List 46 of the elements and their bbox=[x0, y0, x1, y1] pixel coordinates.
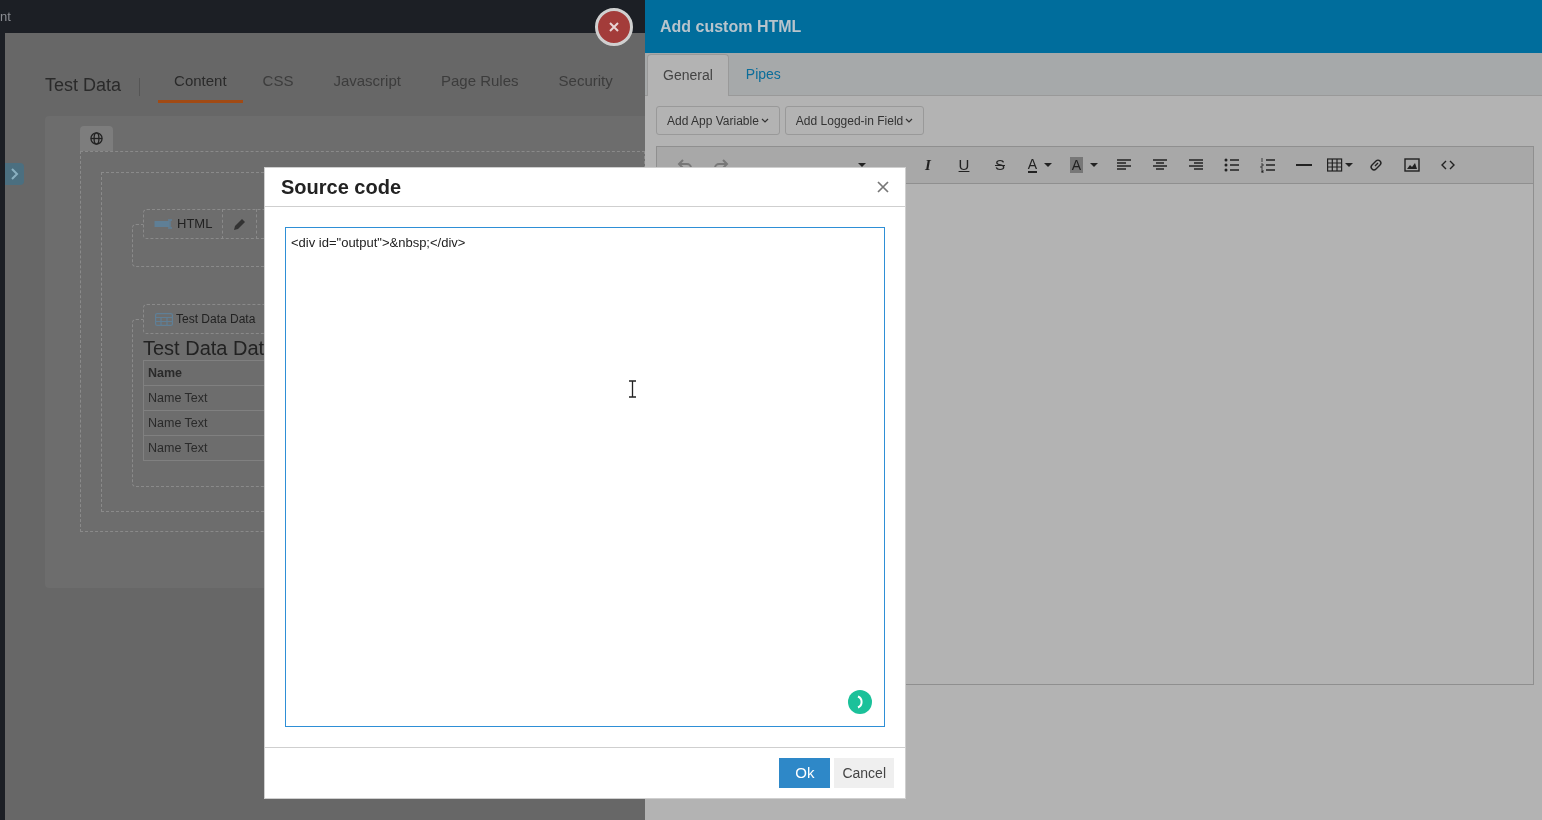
widget-label: Test Data Data bbox=[176, 311, 256, 328]
align-right-icon bbox=[1188, 157, 1204, 173]
background-color-button[interactable]: A bbox=[1062, 150, 1106, 180]
chevron-right-icon bbox=[10, 168, 19, 180]
page-title: Test Data bbox=[45, 74, 122, 97]
expand-button[interactable] bbox=[5, 163, 24, 185]
page-tab[interactable]: Content bbox=[158, 61, 243, 103]
dropdown-button[interactable]: Add App Variable bbox=[656, 106, 780, 135]
caret-icon bbox=[1090, 162, 1099, 168]
table-icon bbox=[1327, 157, 1343, 173]
app-title: nt bbox=[0, 7, 11, 26]
spinner-icon bbox=[848, 690, 872, 714]
html-widget-icon bbox=[154, 219, 174, 229]
widget-label: HTML bbox=[177, 215, 213, 234]
cancel-button[interactable]: Cancel bbox=[834, 758, 894, 788]
panel-tab[interactable]: Pipes bbox=[728, 53, 798, 95]
globe-icon bbox=[90, 132, 103, 145]
dialog-title: Source code bbox=[281, 175, 402, 200]
code-field[interactable]: <div id="output">&nbsp;</div> bbox=[285, 227, 885, 727]
close-button[interactable] bbox=[595, 8, 633, 46]
align-center-icon bbox=[1152, 157, 1168, 173]
image-icon bbox=[1404, 157, 1420, 173]
globe-tab[interactable] bbox=[80, 126, 113, 151]
text-cursor-icon bbox=[628, 380, 637, 398]
caret-icon bbox=[1345, 162, 1353, 168]
underline-button[interactable]: U bbox=[946, 150, 982, 180]
close-icon bbox=[609, 22, 619, 32]
link-icon bbox=[1368, 157, 1384, 173]
caret-icon bbox=[760, 118, 769, 123]
pencil-icon[interactable] bbox=[233, 217, 247, 231]
italic-button[interactable]: I bbox=[910, 150, 946, 180]
numbered-list-icon bbox=[1260, 157, 1276, 173]
caret-icon bbox=[905, 118, 914, 123]
bullet-list-icon bbox=[1224, 157, 1240, 173]
strike-button[interactable]: S bbox=[982, 150, 1018, 180]
caret-icon bbox=[1044, 162, 1053, 168]
panel-tab[interactable]: General bbox=[647, 54, 729, 96]
panel-title: Add custom HTML bbox=[660, 16, 802, 37]
align-left-icon bbox=[1116, 157, 1132, 173]
horizontal-rule-icon bbox=[1296, 164, 1312, 166]
grid-heading: Test Data Dat bbox=[143, 336, 266, 360]
dropdown-button[interactable]: Add Logged-in Field bbox=[784, 106, 925, 135]
ok-button[interactable]: Ok bbox=[779, 758, 831, 788]
table-icon bbox=[155, 312, 173, 326]
text-color-button[interactable]: A bbox=[1018, 150, 1062, 180]
close-icon[interactable] bbox=[877, 181, 889, 193]
